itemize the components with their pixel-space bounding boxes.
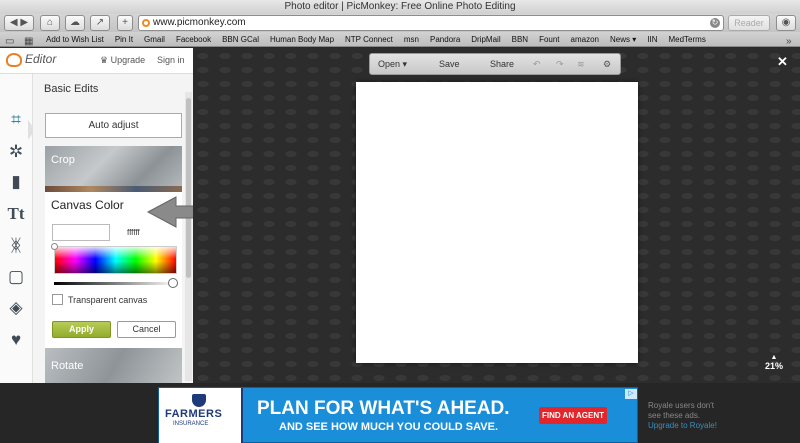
rotate-label: Rotate <box>51 360 84 372</box>
layers-icon[interactable]: ≋ <box>577 54 585 74</box>
bookmarks-overflow-icon[interactable]: » <box>786 34 792 46</box>
color-swatch-input[interactable] <box>52 224 110 241</box>
url-bar[interactable]: www.picmonkey.com ↻ <box>138 15 724 31</box>
brightness-slider-knob[interactable] <box>168 278 178 288</box>
monkey-logo-icon <box>6 52 22 67</box>
royale-note-text: Royale users don't see these ads. <box>648 401 715 420</box>
hex-value[interactable]: ffffff <box>127 228 140 237</box>
ad-choices-icon[interactable]: ▷ <box>625 389 637 399</box>
color-spectrum-picker[interactable] <box>54 246 177 274</box>
open-menu[interactable]: Open ▾ <box>378 54 407 74</box>
upgrade-royale-link[interactable]: Upgrade to Royale! <box>648 421 728 431</box>
reader-button[interactable]: Reader <box>728 15 770 31</box>
panel-scrollbar-thumb[interactable] <box>186 98 191 278</box>
bookmark-item[interactable]: DripMail <box>471 32 500 46</box>
open-label: Open <box>378 59 401 69</box>
bookmarks-book-icon[interactable]: ▭ <box>5 34 14 46</box>
bookmark-item[interactable]: Gmail <box>144 32 165 46</box>
cancel-button[interactable]: Cancel <box>117 321 176 338</box>
site-favicon-icon <box>142 19 150 27</box>
brightness-slider[interactable] <box>54 282 177 285</box>
editor-workspace: Open ▾ Save Share ↶ ↷ ≋ ⚙ ✕ ▲ 21% <box>193 48 800 383</box>
ad-brand: FARMERS <box>165 408 223 420</box>
butterfly-icon[interactable]: ᛤ <box>6 236 26 256</box>
back-forward-buttons[interactable]: ◀ ▶ <box>4 15 34 31</box>
chevron-down-icon: ▾ <box>402 59 408 69</box>
logo-text: Editor <box>25 52 57 66</box>
find-agent-button[interactable]: FIND AN AGENT <box>539 407 607 424</box>
close-icon[interactable]: ✕ <box>777 54 788 70</box>
crop-icon[interactable]: ⌗ <box>6 110 26 130</box>
photo-canvas[interactable] <box>356 82 638 363</box>
zoom-level: 21% <box>765 361 784 371</box>
text-icon[interactable]: Tt <box>6 204 26 224</box>
rotate-tool-tile[interactable]: Rotate <box>45 348 182 383</box>
bookmark-item[interactable]: MedTerms <box>668 32 705 46</box>
bookmarks-bar: ▭ ▦ Add to Wish List Pin It Gmail Facebook B… <box>0 32 800 47</box>
save-button[interactable]: Save <box>439 54 460 74</box>
apply-button[interactable]: Apply <box>52 321 111 338</box>
bookmark-item[interactable]: IIN <box>647 32 657 46</box>
bookmark-item[interactable]: NTP Connect <box>345 32 393 46</box>
top-sites-grid-icon[interactable]: ▦ <box>24 34 33 46</box>
ad-bar: FARMERS INSURANCE PLAN FOR WHAT'S AHEAD.… <box>0 383 800 443</box>
home-icon[interactable]: ⌂ <box>40 15 60 31</box>
magic-wand-icon[interactable]: ✲ <box>6 142 26 162</box>
zoom-indicator[interactable]: ▲ 21% <box>765 354 783 371</box>
heart-icon[interactable]: ♥ <box>6 330 26 350</box>
royale-note: Royale users don't see these ads. Upgrad… <box>648 401 728 431</box>
browser-toolbar: ◀ ▶ ⌂ ☁ ↗ + www.picmonkey.com ↻ Reader ◉ <box>0 14 800 32</box>
window-title: Photo editor | PicMonkey: Free Online Ph… <box>0 0 800 14</box>
ad-headline: PLAN FOR WHAT'S AHEAD. <box>257 398 510 419</box>
share-button[interactable]: Share <box>490 54 514 74</box>
bookmark-item[interactable]: News ▾ <box>610 32 636 46</box>
bookmark-item[interactable]: Fount <box>539 32 559 46</box>
url-text: www.picmonkey.com <box>153 17 246 28</box>
transparent-canvas-checkbox[interactable] <box>52 294 63 305</box>
download-icon[interactable]: ◉ <box>776 15 796 31</box>
bookmark-item[interactable]: BBN <box>512 32 528 46</box>
frame-icon[interactable]: ▢ <box>6 267 26 287</box>
workspace-toolbar: Open ▾ Save Share ↶ ↷ ≋ ⚙ <box>369 53 621 75</box>
zoom-up-icon: ▲ <box>770 354 778 361</box>
cloud-icon[interactable]: ☁ <box>65 15 85 31</box>
bookmark-item[interactable]: amazon <box>571 32 599 46</box>
canvas-color-title: Canvas Color <box>51 198 124 212</box>
crown-icon: ♛ <box>100 55 109 65</box>
ad-subline: AND SEE HOW MUCH YOU COULD SAVE. <box>279 421 498 433</box>
bookmark-item[interactable]: Add to Wish List <box>46 32 104 46</box>
share-icon[interactable]: ↗ <box>90 15 110 31</box>
texture-icon[interactable]: ◈ <box>6 298 26 318</box>
bookmark-item[interactable]: BBN GCal <box>222 32 259 46</box>
bookmark-item[interactable]: Human Body Map <box>270 32 334 46</box>
ad-brand-sub: INSURANCE <box>173 421 209 427</box>
farmers-shield-icon <box>192 394 206 407</box>
redo-icon[interactable]: ↷ <box>556 54 564 74</box>
auto-adjust-button[interactable]: Auto adjust <box>45 113 182 138</box>
reload-icon[interactable]: ↻ <box>710 18 720 28</box>
bookmark-item[interactable]: msn <box>404 32 419 46</box>
picmonkey-logo[interactable]: Editor <box>6 52 56 67</box>
brush-icon[interactable]: ▮ <box>6 172 26 192</box>
upgrade-label: Upgrade <box>110 55 146 65</box>
spectrum-handle[interactable] <box>51 243 58 250</box>
bookmark-item[interactable]: Pandora <box>430 32 460 46</box>
app-header: Editor ♛ Upgrade Sign in <box>0 48 193 74</box>
farmers-ad-banner[interactable]: FARMERS INSURANCE PLAN FOR WHAT'S AHEAD.… <box>158 387 638 443</box>
upgrade-link[interactable]: ♛ Upgrade <box>100 55 145 66</box>
transparent-canvas-label: Transparent canvas <box>68 295 148 305</box>
new-tab-plus-icon[interactable]: + <box>117 15 133 31</box>
gear-icon[interactable]: ⚙ <box>603 54 611 74</box>
signin-link[interactable]: Sign in <box>157 55 185 65</box>
bookmark-item[interactable]: Facebook <box>176 32 211 46</box>
panel-title: Basic Edits <box>44 83 99 95</box>
crop-tool-tile[interactable]: Crop <box>45 146 182 192</box>
bookmark-item[interactable]: Pin It <box>115 32 133 46</box>
undo-icon[interactable]: ↶ <box>533 54 541 74</box>
bookmark-list: Add to Wish List Pin It Gmail Facebook BBN G… <box>46 32 717 46</box>
crop-label: Crop <box>51 154 75 166</box>
farmers-logo: FARMERS INSURANCE <box>159 388 243 443</box>
